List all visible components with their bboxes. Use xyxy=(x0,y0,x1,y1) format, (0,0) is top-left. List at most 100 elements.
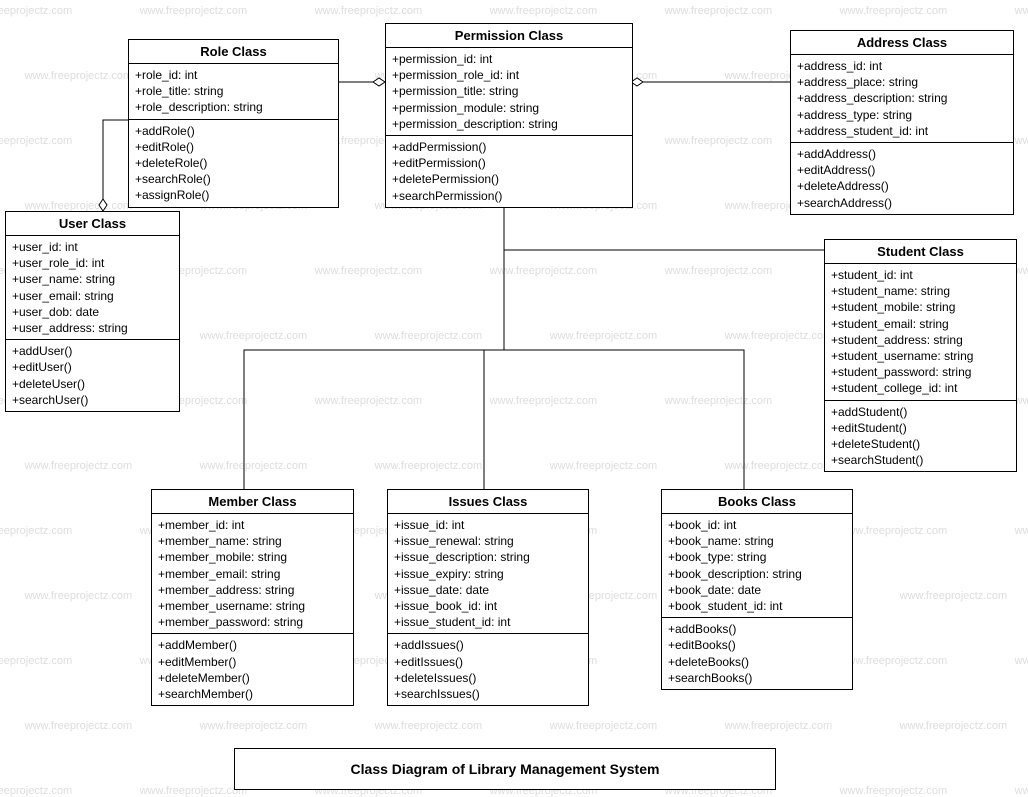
line: +deletePermission() xyxy=(392,171,626,187)
watermark-text: www.freeprojectz.com xyxy=(315,265,423,277)
line: +permission_id: int xyxy=(392,51,626,67)
watermark-text: www.freeprojectz.com xyxy=(665,395,773,407)
line: +addAddress() xyxy=(797,146,1007,162)
method-section: +addPermission()+editPermission()+delete… xyxy=(386,136,632,207)
line: +role_description: string xyxy=(135,99,332,115)
line: +book_name: string xyxy=(668,533,846,549)
line: +role_id: int xyxy=(135,67,332,83)
watermark-text: www.freeprojectz.com xyxy=(550,330,658,342)
line: +member_password: string xyxy=(158,614,347,630)
line: +user_address: string xyxy=(12,320,173,336)
attr-section: +student_id: int+student_name: string+st… xyxy=(825,264,1016,401)
attr-section: +permission_id: int+permission_role_id: … xyxy=(386,48,632,136)
line: +addIssues() xyxy=(394,637,582,653)
line: +editIssues() xyxy=(394,654,582,670)
watermark-text: www.freeprojectz.com xyxy=(490,395,598,407)
line: +addBooks() xyxy=(668,621,846,637)
line: +searchStudent() xyxy=(831,452,1010,468)
line: +searchUser() xyxy=(12,392,173,408)
line: +address_type: string xyxy=(797,107,1007,123)
watermark-text: www.freeprojectz.com xyxy=(840,655,948,667)
class-books: Books Class +book_id: int+book_name: str… xyxy=(661,489,853,690)
watermark-text: www.freeprojectz.com xyxy=(840,785,948,797)
watermark-text: www.freeprojectz.com xyxy=(200,460,308,472)
class-title: Member Class xyxy=(152,490,353,514)
line: +deleteAddress() xyxy=(797,178,1007,194)
watermark-text: www.freeprojectz.com xyxy=(900,720,1008,732)
line: +student_mobile: string xyxy=(831,299,1010,315)
line: +address_student_id: int xyxy=(797,123,1007,139)
class-title: Address Class xyxy=(791,31,1013,55)
class-user: User Class +user_id: int+user_role_id: i… xyxy=(5,211,180,412)
class-student: Student Class +student_id: int+student_n… xyxy=(824,239,1017,472)
line: +student_address: string xyxy=(831,332,1010,348)
line: +student_name: string xyxy=(831,283,1010,299)
line: +deleteUser() xyxy=(12,376,173,392)
attr-section: +address_id: int+address_place: string+a… xyxy=(791,55,1013,143)
line: +address_place: string xyxy=(797,74,1007,90)
watermark-text: www.freeprojectz.com xyxy=(25,70,133,82)
line: +issue_id: int xyxy=(394,517,582,533)
watermark-text: www.freeprojectz.com xyxy=(315,395,423,407)
method-section: +addStudent()+editStudent()+deleteStuden… xyxy=(825,401,1016,472)
class-title: Permission Class xyxy=(386,24,632,48)
attr-section: +book_id: int+book_name: string+book_typ… xyxy=(662,514,852,618)
line: +book_type: string xyxy=(668,549,846,565)
line: +permission_module: string xyxy=(392,100,626,116)
class-title: Issues Class xyxy=(388,490,588,514)
line: +searchPermission() xyxy=(392,188,626,204)
line: +student_email: string xyxy=(831,316,1010,332)
watermark-text: www.freeprojectz.com xyxy=(900,590,1008,602)
watermark-text: www.freeprojectz.com xyxy=(200,720,308,732)
line: +permission_role_id: int xyxy=(392,67,626,83)
line: +permission_description: string xyxy=(392,116,626,132)
watermark-text: www.freeprojectz.com xyxy=(200,330,308,342)
line: +student_id: int xyxy=(831,267,1010,283)
line: +member_id: int xyxy=(158,517,347,533)
line: +issue_date: date xyxy=(394,582,582,598)
watermark-text: www.freeprojectz.com xyxy=(375,460,483,472)
watermark-text: www.freeprojectz.com xyxy=(665,135,773,147)
line: +permission_title: string xyxy=(392,83,626,99)
watermark-text: www.freeprojectz.com xyxy=(1015,5,1028,17)
line: +searchMember() xyxy=(158,686,347,702)
watermark-text: www.freeprojectz.com xyxy=(550,460,658,472)
line: +searchBooks() xyxy=(668,670,846,686)
line: +book_student_id: int xyxy=(668,598,846,614)
line: +deleteRole() xyxy=(135,155,332,171)
line: +addUser() xyxy=(12,343,173,359)
class-title: User Class xyxy=(6,212,179,236)
class-title: Role Class xyxy=(129,40,338,64)
class-issues: Issues Class +issue_id: int+issue_renewa… xyxy=(387,489,589,706)
watermark-text: www.freeprojectz.com xyxy=(25,720,133,732)
class-role: Role Class +role_id: int+role_title: str… xyxy=(128,39,339,208)
line: +issue_renewal: string xyxy=(394,533,582,549)
line: +user_dob: date xyxy=(12,304,173,320)
watermark-text: www.freeprojectz.com xyxy=(1015,525,1028,537)
watermark-text: www.freeprojectz.com xyxy=(315,5,423,17)
line: +deleteIssues() xyxy=(394,670,582,686)
class-member: Member Class +member_id: int+member_name… xyxy=(151,489,354,706)
line: +issue_book_id: int xyxy=(394,598,582,614)
watermark-text: www.freeprojectz.com xyxy=(1015,785,1028,797)
class-address: Address Class +address_id: int+address_p… xyxy=(790,30,1014,215)
line: +student_college_id: int xyxy=(831,380,1010,396)
line: +editStudent() xyxy=(831,420,1010,436)
line: +editPermission() xyxy=(392,155,626,171)
line: +user_name: string xyxy=(12,271,173,287)
watermark-text: www.freeprojectz.com xyxy=(840,525,948,537)
watermark-text: www.freeprojectz.com xyxy=(0,5,72,17)
line: +student_username: string xyxy=(831,348,1010,364)
watermark-text: www.freeprojectz.com xyxy=(550,720,658,732)
line: +issue_student_id: int xyxy=(394,614,582,630)
watermark-text: www.freeprojectz.com xyxy=(25,460,133,472)
method-section: +addMember()+editMember()+deleteMember()… xyxy=(152,634,353,705)
line: +book_id: int xyxy=(668,517,846,533)
line: +member_name: string xyxy=(158,533,347,549)
line: +student_password: string xyxy=(831,364,1010,380)
watermark-text: www.freeprojectz.com xyxy=(25,590,133,602)
watermark-text: www.freeprojectz.com xyxy=(665,5,773,17)
line: +book_description: string xyxy=(668,566,846,582)
attr-section: +issue_id: int+issue_renewal: string +iss… xyxy=(388,514,588,634)
watermark-text: www.freeprojectz.com xyxy=(140,785,248,797)
